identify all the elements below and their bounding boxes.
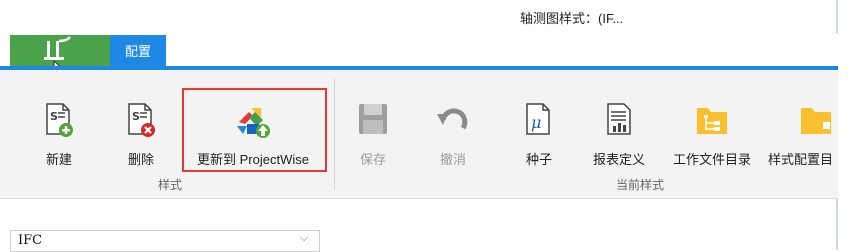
delete-document-icon: S (128, 103, 155, 137)
style-config-directory-label: 样式配置目 (768, 152, 834, 167)
report-definition-label: 报表定义 (592, 152, 645, 167)
ribbon: S 新建 S 删除 更新到 ProjectWise 保存 撤消 μ 种子 报表定… (0, 70, 838, 199)
group-label-current-style: 当前样式 (615, 178, 664, 192)
new-document-icon: S (46, 103, 73, 137)
style-config-directory-button[interactable]: 样式配置目 (768, 100, 836, 174)
group-label-style: 样式 (157, 178, 182, 192)
undo-icon (437, 108, 468, 130)
workfile-directory-button[interactable]: 工作文件目录 (664, 100, 760, 174)
report-definition-button[interactable]: 报表定义 (586, 100, 652, 174)
delete-button[interactable]: S 删除 (118, 100, 164, 174)
new-button[interactable]: S 新建 (36, 100, 82, 174)
style-select-value: IFC (18, 233, 43, 248)
save-button-label: 保存 (359, 152, 386, 167)
folder-tree-icon (697, 108, 727, 134)
delete-button-label: 删除 (127, 152, 154, 167)
app-logo-icon (44, 36, 71, 82)
folder-icon (801, 108, 831, 134)
undo-button-label: 撤消 (439, 152, 466, 167)
tab-config[interactable]: 配置 (110, 35, 166, 68)
save-icon (359, 104, 387, 134)
app-home-tab[interactable] (10, 35, 110, 82)
new-button-label: 新建 (45, 152, 72, 167)
highlight-annotation-box (182, 88, 327, 172)
workfile-directory-label: 工作文件目录 (672, 152, 751, 167)
seed-button[interactable]: μ 种子 (516, 100, 562, 174)
svg-text:S: S (50, 110, 58, 123)
title-bar (0, 0, 853, 33)
group-separator (334, 78, 335, 190)
svg-text:μ: μ (531, 113, 541, 132)
save-button[interactable]: 保存 (350, 100, 396, 174)
seed-button-label: 种子 (525, 152, 552, 167)
undo-button[interactable]: 撤消 (430, 100, 476, 174)
seed-icon: μ (526, 103, 550, 135)
report-icon (607, 103, 631, 135)
svg-text:S: S (132, 110, 140, 123)
chevron-down-icon[interactable]: ⌵ (300, 232, 308, 245)
window-title: 轴测图样式：(IF... (520, 11, 624, 26)
